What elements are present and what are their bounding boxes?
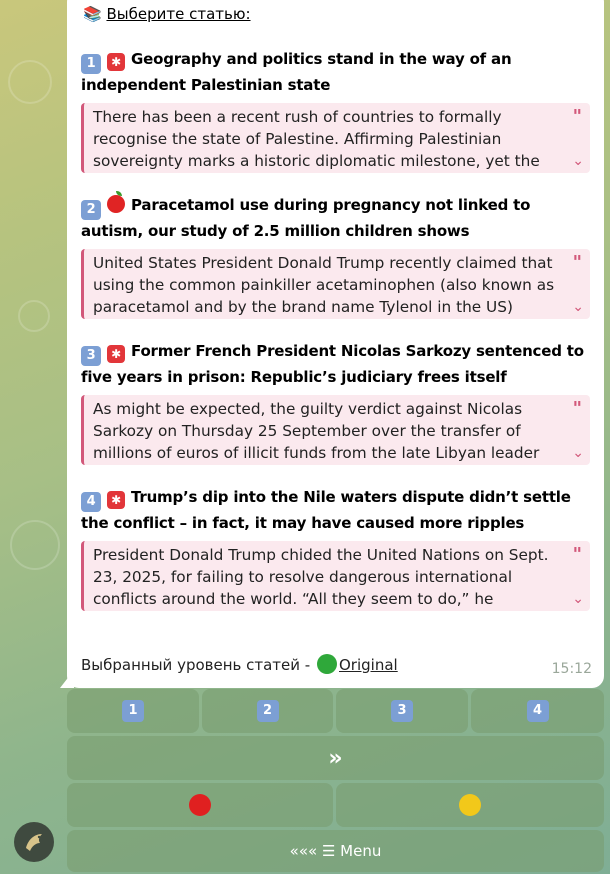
- menu-button[interactable]: ««« ☰ Menu: [67, 830, 604, 872]
- keyboard-button-4[interactable]: 4: [471, 689, 604, 733]
- chevron-down-icon[interactable]: ⌄: [572, 591, 584, 607]
- article-title: 4 ✱ Trump’s dip into the Nile waters dispu…: [81, 486, 591, 534]
- article-title-text: Trump’s dip into the Nile waters dispute…: [81, 488, 571, 532]
- quote-text: United States President Donald Trump rec…: [93, 254, 555, 316]
- number-1-icon: 1: [81, 54, 101, 74]
- chevron-down-icon[interactable]: ⌄: [572, 153, 584, 169]
- keyboard-button-3[interactable]: 3: [336, 689, 468, 733]
- yellow-circle-icon: [459, 794, 481, 816]
- message-header: 📚 Выберите статью:: [83, 5, 251, 23]
- keyboard-button-2[interactable]: 2: [202, 689, 333, 733]
- quote-mark-icon: ": [572, 252, 582, 273]
- books-icon: 📚: [83, 5, 102, 23]
- message-time: 15:12: [551, 661, 592, 677]
- level-yellow-button[interactable]: [336, 783, 604, 827]
- bot-avatar[interactable]: [14, 822, 54, 862]
- apple-icon: [107, 191, 125, 213]
- article-quote[interactable]: As might be expected, the guilty verdict…: [81, 395, 590, 465]
- chevron-down-icon[interactable]: ⌄: [572, 299, 584, 315]
- article-quote[interactable]: There has been a recent rush of countrie…: [81, 103, 590, 173]
- number-2-icon: 2: [81, 200, 101, 220]
- quote-text: There has been a recent rush of countrie…: [93, 108, 540, 170]
- green-circle-icon: [317, 654, 337, 674]
- background-doodle: [18, 300, 50, 332]
- article-title-text: Former French President Nicolas Sarkozy …: [81, 342, 584, 386]
- next-label: »: [328, 745, 343, 771]
- background-doodle: [8, 60, 52, 104]
- menu-label: ««« ☰ Menu: [289, 842, 382, 860]
- article-quote[interactable]: President Donald Trump chided the United…: [81, 541, 590, 611]
- article-3: 3 ✱ Former French President Nicolas Sarkoz…: [81, 340, 591, 465]
- number-3-icon: 3: [81, 346, 101, 366]
- quote-mark-icon: ": [572, 398, 582, 419]
- quote-mark-icon: ": [572, 544, 582, 565]
- level-red-button[interactable]: [67, 783, 333, 827]
- header-text: Выберите статью:: [106, 5, 251, 23]
- number-2-icon: 2: [256, 700, 279, 722]
- article-quote[interactable]: United States President Donald Trump rec…: [81, 249, 590, 319]
- article-title: 1 ✱ Geography and politics stand in the wa…: [81, 48, 591, 96]
- article-1: 1 ✱ Geography and politics stand in the wa…: [81, 48, 591, 173]
- article-title-text: Paracetamol use during pregnancy not lin…: [81, 196, 531, 240]
- red-badge-icon: ✱: [107, 53, 125, 71]
- keyboard-button-1[interactable]: 1: [67, 689, 199, 733]
- number-4-icon: 4: [81, 492, 101, 512]
- number-3-icon: 3: [391, 700, 413, 722]
- level-value: Original: [339, 656, 398, 674]
- article-4: 4 ✱ Trump’s dip into the Nile waters dispu…: [81, 486, 591, 611]
- level-label: Выбранный уровень статей -: [81, 656, 311, 674]
- background-doodle: [10, 520, 60, 570]
- bird-logo-icon: [26, 834, 42, 851]
- red-badge-icon: ✱: [107, 491, 125, 509]
- selected-level-line: Выбранный уровень статей - Original: [81, 654, 398, 674]
- message-bubble: 📚 Выберите статью: 1 ✱ Geography and polit…: [67, 0, 604, 688]
- red-circle-icon: [189, 794, 211, 816]
- number-1-icon: 1: [122, 700, 144, 722]
- article-title: 3 ✱ Former French President Nicolas Sarkoz…: [81, 340, 591, 388]
- chevron-down-icon[interactable]: ⌄: [572, 445, 584, 461]
- article-title: 2 Paracetamol use during pregnancy not li…: [81, 191, 591, 242]
- article-2: 2 Paracetamol use during pregnancy not li…: [81, 191, 591, 319]
- article-title-text: Geography and politics stand in the way …: [81, 50, 512, 94]
- quote-text: President Donald Trump chided the United…: [93, 546, 549, 608]
- quote-mark-icon: ": [572, 106, 582, 127]
- red-badge-icon: ✱: [107, 345, 125, 363]
- next-button[interactable]: »: [67, 736, 604, 780]
- number-4-icon: 4: [526, 700, 549, 722]
- quote-text: As might be expected, the guilty verdict…: [93, 400, 540, 462]
